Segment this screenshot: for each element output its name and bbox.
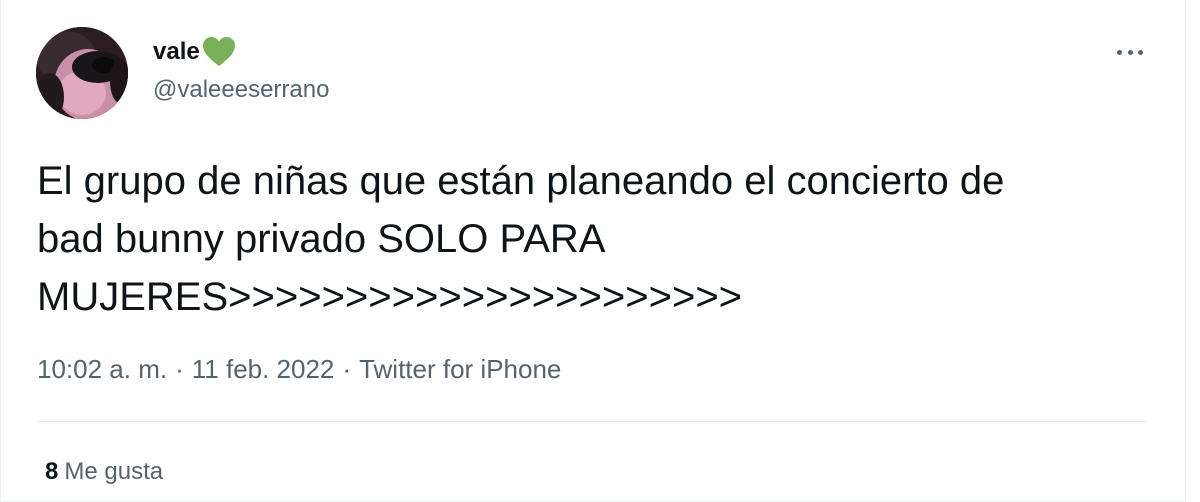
more-horizontal-icon-dot <box>1138 49 1143 55</box>
tweet-time[interactable]: 10:02 a. m. <box>37 352 167 386</box>
meta-separator: · <box>175 354 184 384</box>
author-display-name[interactable]: vale <box>153 36 200 68</box>
meta-separator: · <box>342 354 352 384</box>
more-horizontal-icon-dot <box>1127 49 1133 55</box>
more-horizontal-icon <box>1117 49 1122 55</box>
tweet-card: vale @valeeeserrano El grupo de niñas qu… <box>0 0 1186 502</box>
tweet-metadata: 10:02 a. m. · 11 feb. 2022 · Twitter for… <box>37 352 561 386</box>
tweet-date[interactable]: 11 feb. 2022 <box>192 352 335 386</box>
author-display-name-row[interactable]: vale <box>153 36 329 68</box>
likes-count: 8 <box>45 458 59 485</box>
avatar[interactable] <box>36 27 128 119</box>
likes-label: Me gusta <box>64 458 164 485</box>
divider <box>37 421 1147 422</box>
tweet-text: El grupo de niñas que están planeando el… <box>37 159 1005 319</box>
author-block[interactable]: vale @valeeeserrano <box>153 36 329 106</box>
avatar-photo <box>36 27 128 119</box>
green-heart-icon <box>202 36 236 68</box>
tweet-source[interactable]: Twitter for iPhone <box>359 352 561 386</box>
likes-stat[interactable]: 8 Me gusta <box>45 456 163 488</box>
more-options-button[interactable] <box>1113 40 1147 64</box>
author-handle[interactable]: @valeeeserrano <box>153 74 329 106</box>
